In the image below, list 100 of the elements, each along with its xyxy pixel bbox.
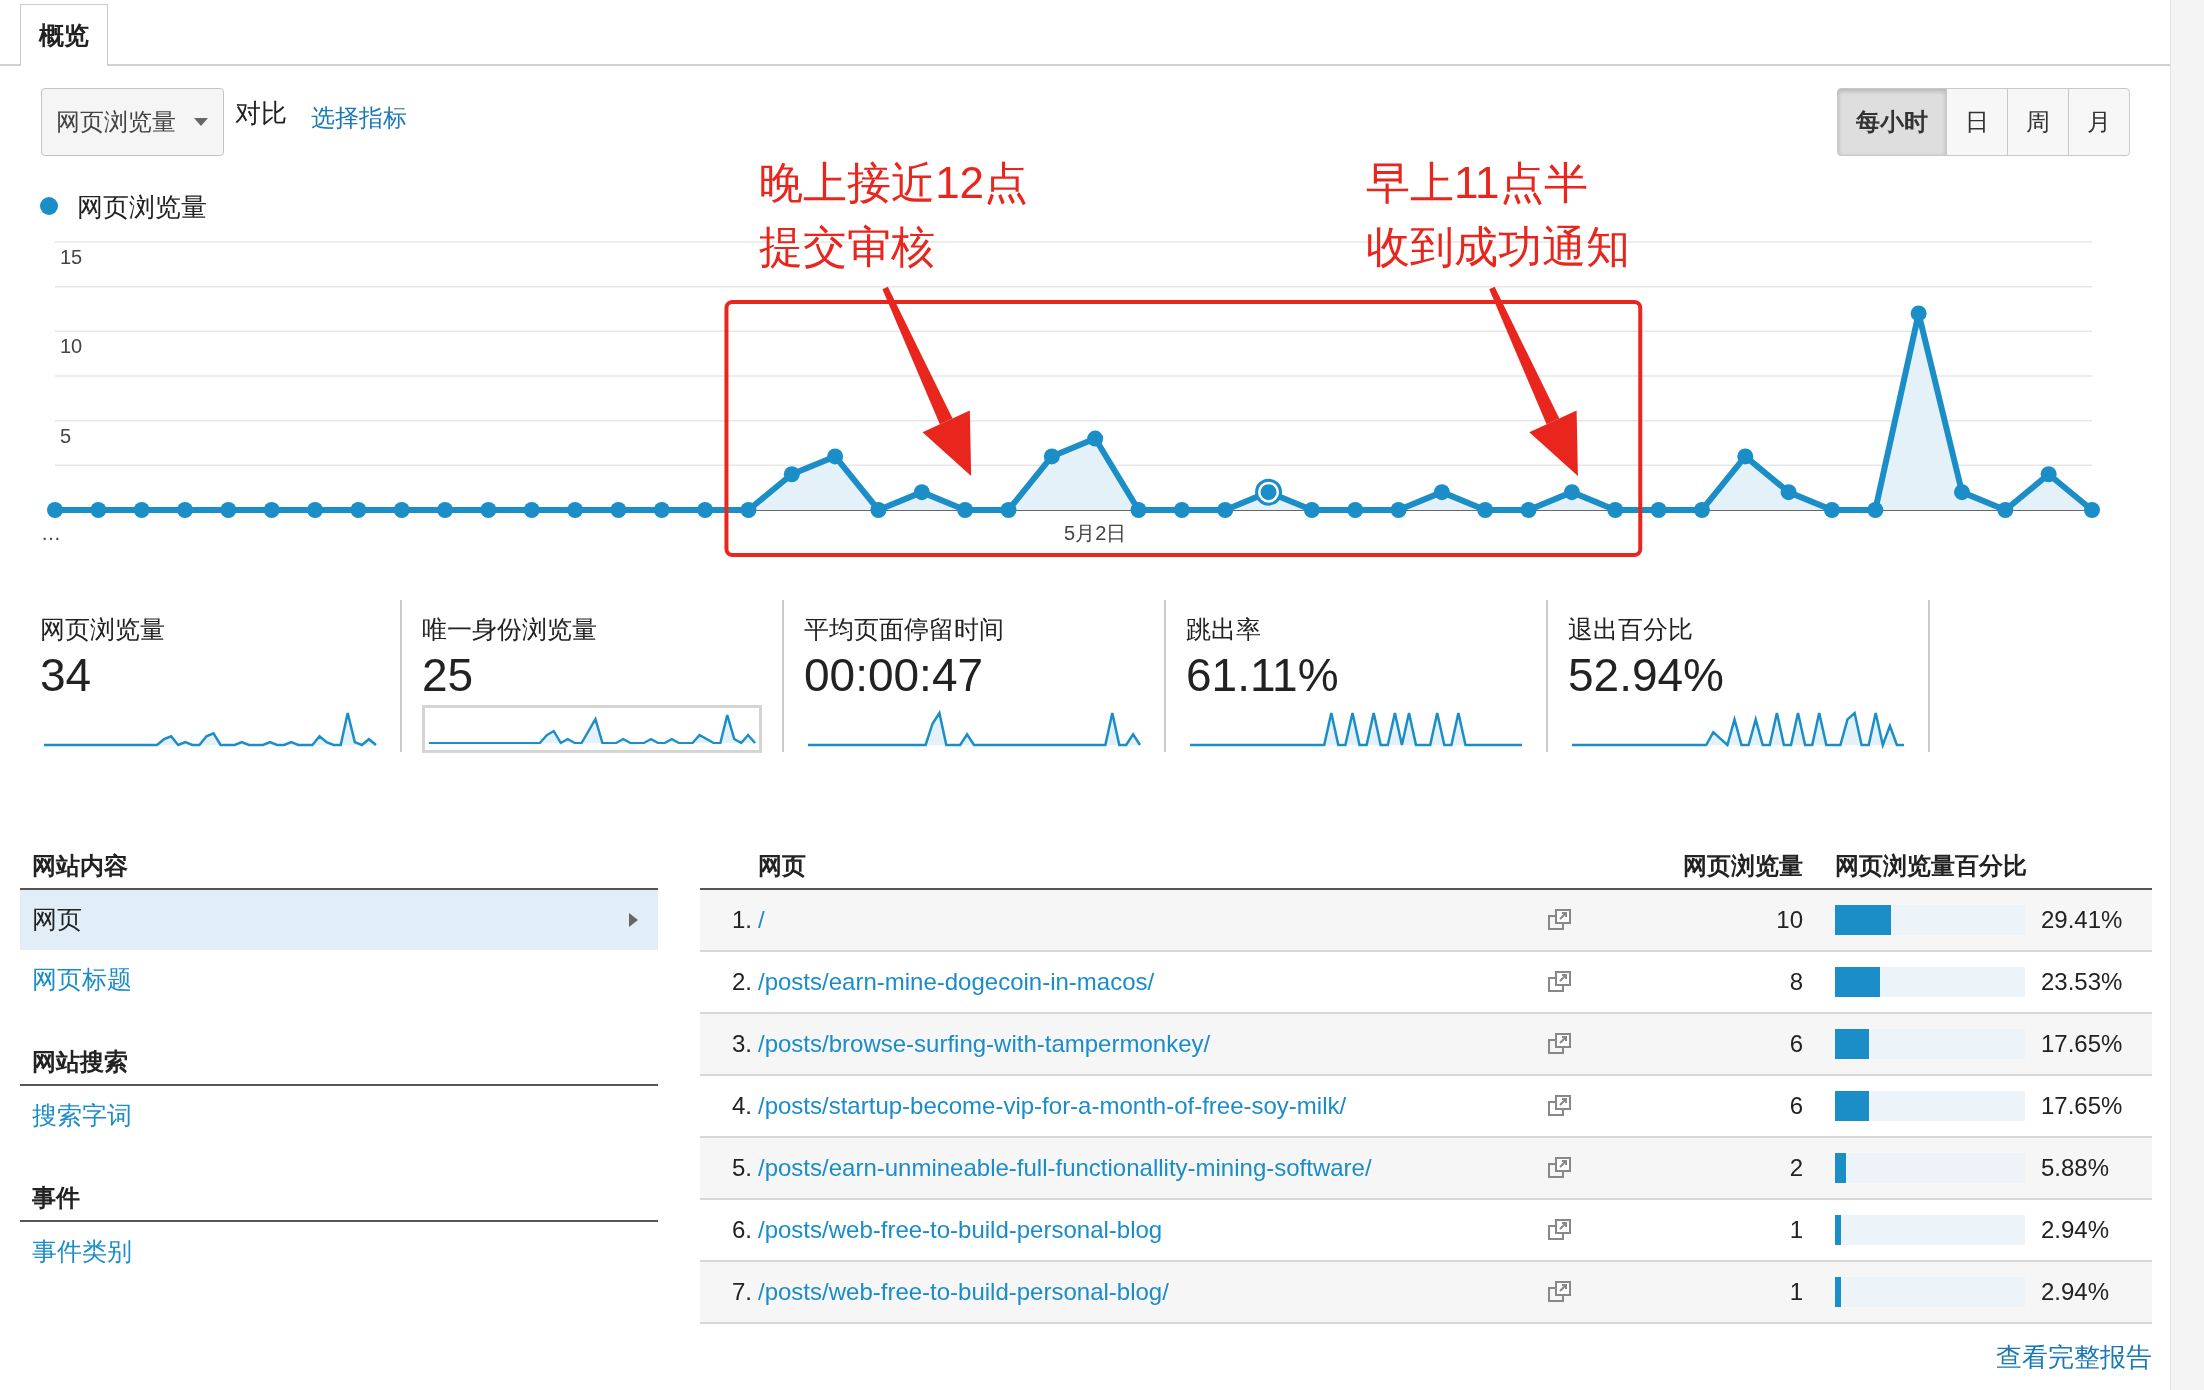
row-number: 2. [731,967,752,997]
data-point [870,502,887,518]
page-link[interactable]: /posts/earn-unmineable-full-functionallity-mining-software/ [758,1154,1372,1181]
page-link[interactable]: /posts/startup-become-vip-for-a-month-of-free-soy-milk/ [758,1092,1347,1119]
data-point [1520,502,1537,518]
caret-icon [194,118,208,126]
sidebar-item[interactable]: 网页 [20,890,658,950]
data-point [1563,484,1580,501]
metric-label: 唯一身份浏览量 [422,614,598,644]
metric-label: 平均页面停留时间 [804,614,1005,644]
data-point [1607,502,1624,518]
row-number: 5. [731,1153,752,1183]
data-point [1997,502,2014,518]
data-point [2084,502,2100,518]
open-in-window-icon[interactable] [1548,909,1572,931]
metric-dropdown[interactable]: 网页浏览量 [41,88,224,156]
data-point [393,502,410,518]
axis-label: 10 [60,335,83,358]
axis-label: 5月2日 [1064,522,1127,544]
data-point [263,502,280,518]
metric-value: 00:00:47 [804,650,985,701]
page-link[interactable]: /posts/web-free-to-build-personal-blog/ [758,1278,1169,1305]
axis-label: … [41,522,61,544]
data-point [1173,502,1190,518]
data-point [1780,484,1797,501]
data-point [350,502,367,518]
data-point [653,502,670,518]
data-point [610,502,627,518]
metric-label: 跳出率 [1186,614,1262,644]
granularity-button[interactable]: 日 [1946,88,2008,156]
data-point [1347,502,1364,518]
data-point [133,502,150,518]
row-number: 1. [731,905,752,935]
table-cell-text: 2 [1788,1153,1803,1183]
column-header: 网页 [758,851,807,881]
data-point [1477,502,1494,518]
data-point [1130,502,1147,518]
data-point [220,502,237,518]
table-cell-text: 8 [1788,967,1803,997]
caret-icon [629,913,638,927]
open-in-window-icon[interactable] [1548,1033,1572,1055]
data-point [1650,502,1667,518]
open-in-window-icon[interactable] [1548,1095,1572,1117]
annotation-text: 晚上接近12点 提交审核 [759,160,1029,271]
data-point [1217,502,1234,518]
granularity-button[interactable]: 每小时 [1837,88,1947,156]
highlighted-point [1255,478,1283,506]
choose-metric-link[interactable]: 选择指标 [311,100,407,136]
data-point [480,502,497,518]
full-report-link[interactable]: 查看完整报告 [1996,1342,2152,1372]
table-cell-text: 1 [1788,1215,1803,1245]
data-point [523,502,540,518]
metric-value: 25 [422,650,475,701]
data-point [1867,502,1884,518]
table-cell-text: 23.53% [2041,967,2123,997]
sparkline[interactable] [422,704,762,753]
data-point [567,502,584,518]
axis-label: 5 [60,424,72,447]
data-point [740,502,757,518]
open-in-window-icon[interactable] [1548,1157,1572,1179]
metric-label: 网页浏览量 [40,614,166,644]
data-point [957,502,974,518]
page-link[interactable]: /posts/earn-mine-dogecoin-in-macos/ [758,968,1155,995]
data-point [1303,502,1320,518]
data-point [783,466,800,483]
data-point [2040,466,2057,483]
legend-label: 网页浏览量 [77,192,207,222]
sidebar-item[interactable]: 搜索字词 [20,1086,658,1146]
data-point [1910,305,1927,322]
data-point [697,502,714,518]
data-point [1087,430,1104,447]
column-header: 网页浏览量百分比 [1835,851,2027,881]
table-cell-text: 5.88% [2041,1153,2110,1183]
table-cell-text: 10 [1775,905,1803,935]
page-link[interactable]: / [758,906,765,933]
page-link[interactable]: /posts/browse-surfing-with-tampermonkey/ [758,1030,1211,1057]
table-cell-text: 17.65% [2041,1029,2123,1059]
axis-label: 15 [60,246,83,268]
data-point [913,484,930,501]
open-in-window-icon[interactable] [1548,971,1572,993]
table-cell-text: 1 [1788,1277,1803,1307]
data-point [90,502,107,518]
open-in-window-icon[interactable] [1548,1219,1572,1241]
sidebar-item[interactable]: 网页标题 [20,950,658,1010]
table-cell-text: 17.65% [2041,1091,2123,1121]
row-number: 6. [731,1215,752,1245]
data-point [1737,448,1754,465]
data-point [437,502,454,518]
data-point [177,502,193,518]
data-point [1823,502,1840,518]
metric-value: 61.11% [1186,650,1340,701]
table-cell-text: 2.94% [2041,1277,2110,1307]
granularity-button[interactable]: 月 [2068,88,2130,156]
page-link[interactable]: /posts/web-free-to-build-personal-blog [758,1216,1163,1243]
sidebar-item[interactable]: 事件类别 [20,1222,658,1282]
data-point [1433,484,1450,501]
granularity-button[interactable]: 周 [2007,88,2069,156]
metric-value: 34 [40,650,93,701]
open-in-window-icon[interactable] [1548,1281,1572,1303]
tab[interactable]: 概览 [20,4,108,66]
